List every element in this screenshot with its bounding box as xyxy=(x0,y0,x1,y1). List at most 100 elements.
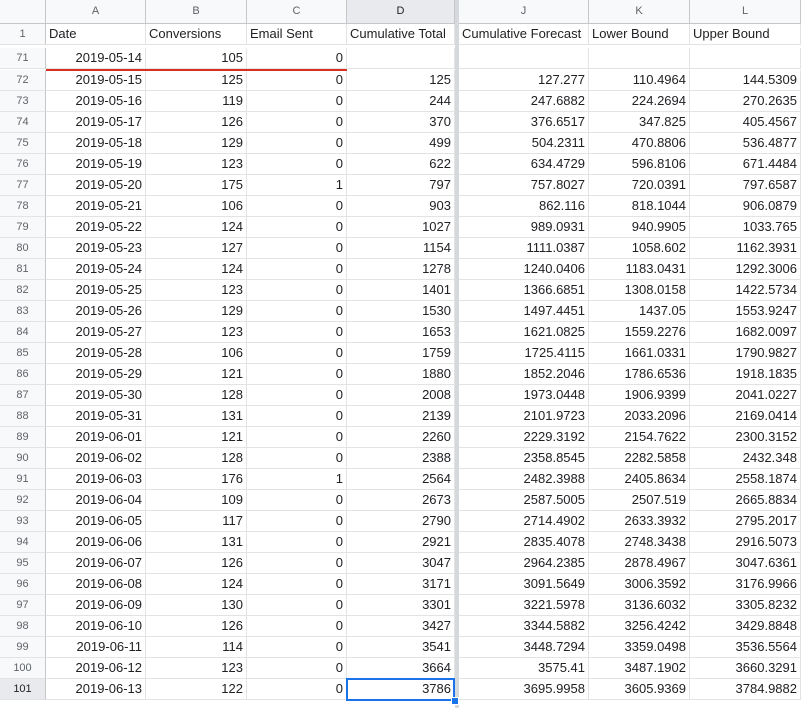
cell-A94[interactable]: 2019-06-06 xyxy=(46,532,146,553)
row-header-94[interactable]: 94 xyxy=(0,532,46,553)
cell-A76[interactable]: 2019-05-19 xyxy=(46,154,146,175)
cell-J81[interactable]: 1240.0406 xyxy=(459,259,589,280)
cell-J96[interactable]: 3091.5649 xyxy=(459,574,589,595)
cell-D97[interactable]: 3301 xyxy=(347,595,455,616)
cell-A97[interactable]: 2019-06-09 xyxy=(46,595,146,616)
cell-L99[interactable]: 3536.5564 xyxy=(690,637,801,658)
row-header-92[interactable]: 92 xyxy=(0,490,46,511)
cell-D100[interactable]: 3664 xyxy=(347,658,455,679)
cell-D93[interactable]: 2790 xyxy=(347,511,455,532)
cell-K93[interactable]: 2633.3932 xyxy=(589,511,690,532)
cell-J100[interactable]: 3575.41 xyxy=(459,658,589,679)
cell-D90[interactable]: 2388 xyxy=(347,448,455,469)
cell-C80[interactable]: 0 xyxy=(247,238,347,259)
cell-L95[interactable]: 3047.6361 xyxy=(690,553,801,574)
cell-L84[interactable]: 1682.0097 xyxy=(690,322,801,343)
cell-B97[interactable]: 130 xyxy=(146,595,247,616)
cell-D72[interactable]: 125 xyxy=(347,70,455,91)
cell-K100[interactable]: 3487.1902 xyxy=(589,658,690,679)
cell-B71[interactable]: 105 xyxy=(146,48,247,69)
cell-J90[interactable]: 2358.8545 xyxy=(459,448,589,469)
cell-D87[interactable]: 2008 xyxy=(347,385,455,406)
row-header-85[interactable]: 85 xyxy=(0,343,46,364)
cell-B91[interactable]: 176 xyxy=(146,469,247,490)
cell-J93[interactable]: 2714.4902 xyxy=(459,511,589,532)
cell-C74[interactable]: 0 xyxy=(247,112,347,133)
cell-B78[interactable]: 106 xyxy=(146,196,247,217)
cell-A75[interactable]: 2019-05-18 xyxy=(46,133,146,154)
cell-B80[interactable]: 127 xyxy=(146,238,247,259)
cell-D73[interactable]: 244 xyxy=(347,91,455,112)
cell-C86[interactable]: 0 xyxy=(247,364,347,385)
cell-L100[interactable]: 3660.3291 xyxy=(690,658,801,679)
cell-L74[interactable]: 405.4567 xyxy=(690,112,801,133)
cell-J84[interactable]: 1621.0825 xyxy=(459,322,589,343)
cell-D77[interactable]: 797 xyxy=(347,175,455,196)
cell-K74[interactable]: 347.825 xyxy=(589,112,690,133)
cell-K87[interactable]: 1906.9399 xyxy=(589,385,690,406)
cell-K79[interactable]: 940.9905 xyxy=(589,217,690,238)
cell-A84[interactable]: 2019-05-27 xyxy=(46,322,146,343)
row-header-88[interactable]: 88 xyxy=(0,406,46,427)
select-all-corner[interactable] xyxy=(0,0,46,24)
cell-J76[interactable]: 634.4729 xyxy=(459,154,589,175)
cell-L88[interactable]: 2169.0414 xyxy=(690,406,801,427)
cell-C89[interactable]: 0 xyxy=(247,427,347,448)
cell-C96[interactable]: 0 xyxy=(247,574,347,595)
cell-A90[interactable]: 2019-06-02 xyxy=(46,448,146,469)
cell-L92[interactable]: 2665.8834 xyxy=(690,490,801,511)
cell-A79[interactable]: 2019-05-22 xyxy=(46,217,146,238)
cell-J87[interactable]: 1973.0448 xyxy=(459,385,589,406)
row-header-93[interactable]: 93 xyxy=(0,511,46,532)
cell-C98[interactable]: 0 xyxy=(247,616,347,637)
cell-B86[interactable]: 121 xyxy=(146,364,247,385)
cell-B72[interactable]: 125 xyxy=(146,70,247,91)
cell-C85[interactable]: 0 xyxy=(247,343,347,364)
cell-A95[interactable]: 2019-06-07 xyxy=(46,553,146,574)
cell-L97[interactable]: 3305.8232 xyxy=(690,595,801,616)
row-header-1[interactable]: 1 xyxy=(0,24,46,45)
cell-A81[interactable]: 2019-05-24 xyxy=(46,259,146,280)
cell-B89[interactable]: 121 xyxy=(146,427,247,448)
cell-J73[interactable]: 247.6882 xyxy=(459,91,589,112)
cell-K98[interactable]: 3256.4242 xyxy=(589,616,690,637)
cell-B75[interactable]: 129 xyxy=(146,133,247,154)
cell-L85[interactable]: 1790.9827 xyxy=(690,343,801,364)
column-header-C[interactable]: C xyxy=(247,0,347,24)
cell-C72[interactable]: 0 xyxy=(247,70,347,91)
cell-J91[interactable]: 2482.3988 xyxy=(459,469,589,490)
cell-A88[interactable]: 2019-05-31 xyxy=(46,406,146,427)
cell-D83[interactable]: 1530 xyxy=(347,301,455,322)
cell-D78[interactable]: 903 xyxy=(347,196,455,217)
cell-K88[interactable]: 2033.2096 xyxy=(589,406,690,427)
cell-C95[interactable]: 0 xyxy=(247,553,347,574)
cell-J79[interactable]: 989.0931 xyxy=(459,217,589,238)
cell-C92[interactable]: 0 xyxy=(247,490,347,511)
cell-K94[interactable]: 2748.3438 xyxy=(589,532,690,553)
cell-B74[interactable]: 126 xyxy=(146,112,247,133)
cell-C93[interactable]: 0 xyxy=(247,511,347,532)
cell-B94[interactable]: 131 xyxy=(146,532,247,553)
cell-K89[interactable]: 2154.7622 xyxy=(589,427,690,448)
cell-K80[interactable]: 1058.602 xyxy=(589,238,690,259)
cell-C101[interactable]: 0 xyxy=(247,679,347,700)
row-header-100[interactable]: 100 xyxy=(0,658,46,679)
row-header-71[interactable]: 71 xyxy=(0,48,46,69)
cell-B95[interactable]: 126 xyxy=(146,553,247,574)
cell-D79[interactable]: 1027 xyxy=(347,217,455,238)
header-cell-A[interactable]: Date xyxy=(46,24,146,45)
cell-B76[interactable]: 123 xyxy=(146,154,247,175)
cell-B82[interactable]: 123 xyxy=(146,280,247,301)
cell-L72[interactable]: 144.5309 xyxy=(690,70,801,91)
cell-A100[interactable]: 2019-06-12 xyxy=(46,658,146,679)
cell-A98[interactable]: 2019-06-10 xyxy=(46,616,146,637)
cell-C90[interactable]: 0 xyxy=(247,448,347,469)
cell-D98[interactable]: 3427 xyxy=(347,616,455,637)
cell-A73[interactable]: 2019-05-16 xyxy=(46,91,146,112)
cell-A71[interactable]: 2019-05-14 xyxy=(46,48,146,69)
row-header-73[interactable]: 73 xyxy=(0,91,46,112)
cell-D84[interactable]: 1653 xyxy=(347,322,455,343)
cell-C79[interactable]: 0 xyxy=(247,217,347,238)
cell-A91[interactable]: 2019-06-03 xyxy=(46,469,146,490)
cell-C94[interactable]: 0 xyxy=(247,532,347,553)
